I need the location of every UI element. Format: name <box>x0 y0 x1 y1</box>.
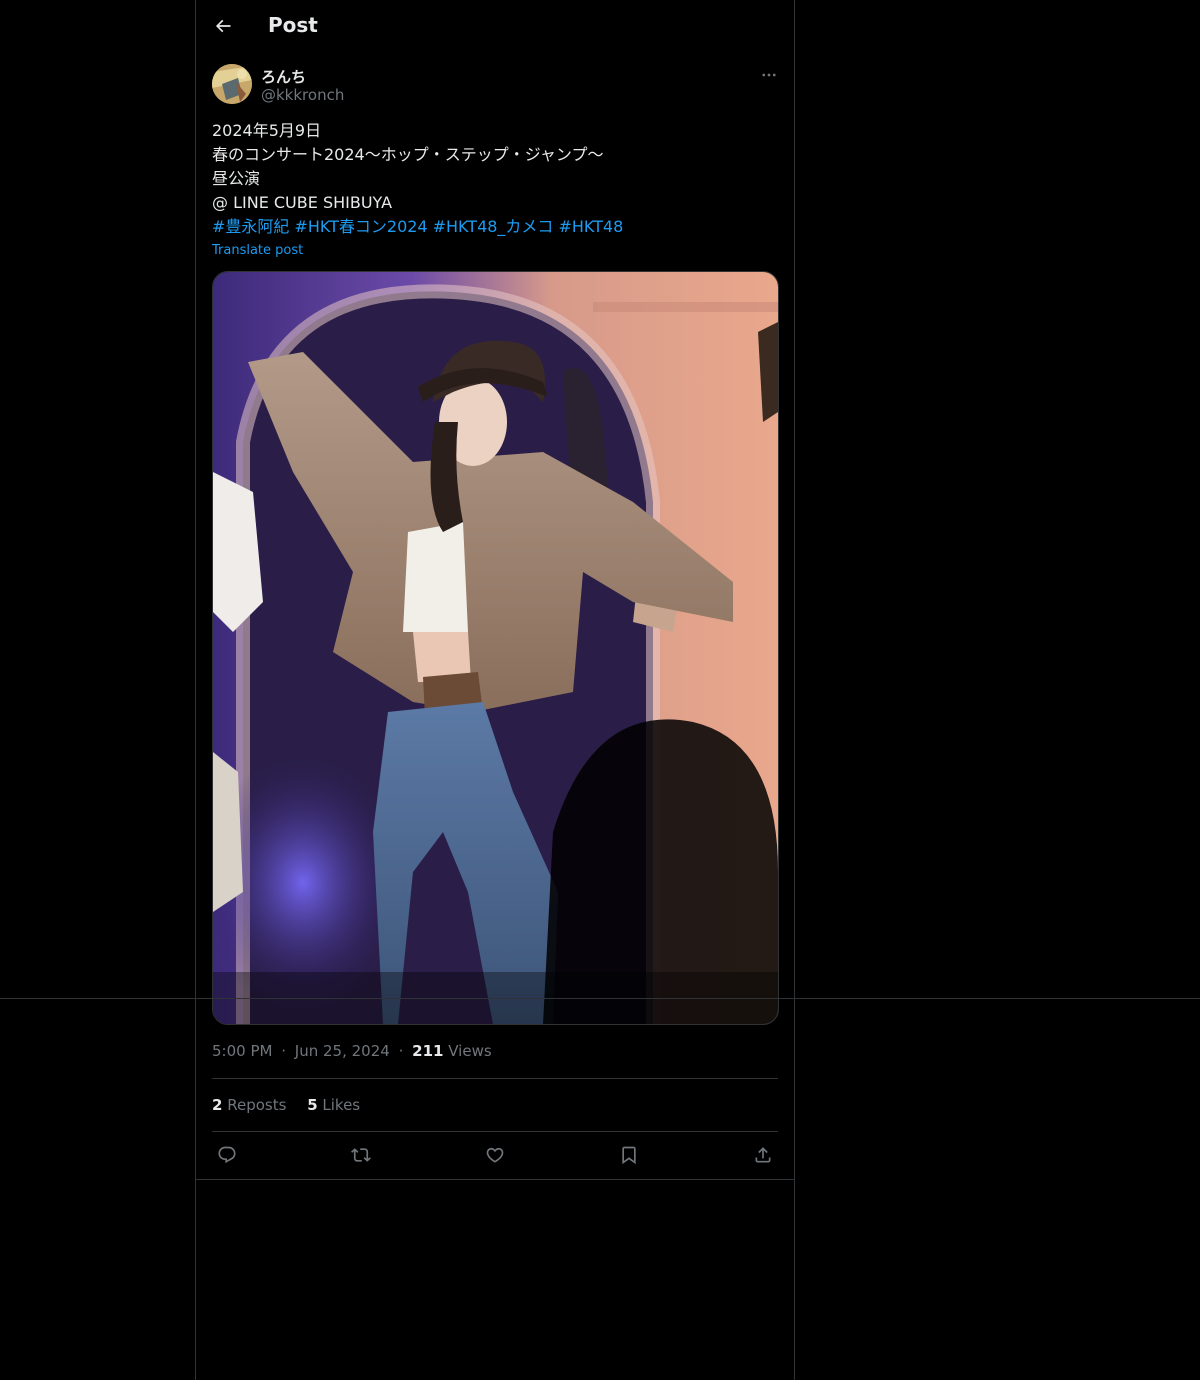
author-display-name[interactable]: ろんち <box>261 66 306 87</box>
views-label: Views <box>448 1042 492 1060</box>
action-bar <box>212 1140 778 1172</box>
post-text: 2024年5月9日 春のコンサート2024〜ホップ・ステップ・ジャンプ〜 昼公演… <box>212 119 778 239</box>
more-icon <box>762 73 776 77</box>
horizontal-rule <box>0 998 1200 999</box>
back-arrow-icon <box>215 19 231 33</box>
hashtag-link[interactable]: #HKT48_カメコ <box>433 217 554 236</box>
hashtag-link[interactable]: #豊永阿紀 <box>212 217 289 236</box>
meta-separator: · <box>398 1042 404 1060</box>
share-icon <box>755 1147 771 1163</box>
translate-post-link[interactable]: Translate post <box>212 243 303 258</box>
bookmark-button[interactable] <box>614 1140 644 1170</box>
hashtag-link[interactable]: #HKT春コン2024 <box>294 217 427 236</box>
author-handle[interactable]: @kkkronch <box>261 86 344 104</box>
divider <box>212 1131 778 1132</box>
likes-count: 5 <box>307 1096 318 1114</box>
post-date[interactable]: Jun 25, 2024 <box>295 1042 390 1060</box>
hashtag-row: #豊永阿紀 #HKT春コン2024 #HKT48_カメコ #HKT48 <box>212 215 778 239</box>
page-title: Post <box>268 13 318 37</box>
divider <box>196 1179 794 1180</box>
reply-icon <box>218 1146 236 1164</box>
post-line: 春のコンサート2024〜ホップ・ステップ・ジャンプ〜 <box>212 145 604 164</box>
back-button[interactable] <box>206 9 240 43</box>
avatar[interactable] <box>212 64 252 104</box>
bookmark-icon <box>622 1146 636 1165</box>
engagement-stats: 2 Reposts 5 Likes <box>212 1096 360 1114</box>
post-line: 2024年5月9日 <box>212 121 322 140</box>
post-photo[interactable] <box>212 271 779 1025</box>
repost-button[interactable] <box>346 1140 376 1170</box>
like-icon <box>486 1147 504 1163</box>
header: Post <box>196 0 794 54</box>
likes-label: Likes <box>322 1096 361 1114</box>
post-line: 昼公演 <box>212 169 261 188</box>
views-count: 211 <box>412 1042 444 1060</box>
post-line: @ LINE CUBE SHIBUYA <box>212 193 393 212</box>
post-meta: 5:00 PM · Jun 25, 2024 · 211 Views <box>212 1042 492 1060</box>
likes-stat[interactable]: 5 Likes <box>307 1096 360 1114</box>
reposts-stat[interactable]: 2 Reposts <box>212 1096 291 1114</box>
like-button[interactable] <box>480 1140 510 1170</box>
share-button[interactable] <box>748 1140 778 1170</box>
post-column: Post ろんち @kkkronch 2024年5月9日 春のコンサート2024… <box>195 0 795 1380</box>
reposts-label: Reposts <box>227 1096 287 1114</box>
more-options-button[interactable] <box>756 64 782 86</box>
divider <box>212 1078 778 1079</box>
reposts-count: 2 <box>212 1096 223 1114</box>
meta-separator: · <box>281 1042 287 1060</box>
repost-icon <box>351 1148 371 1162</box>
hashtag-link[interactable]: #HKT48 <box>558 217 623 236</box>
post-time[interactable]: 5:00 PM <box>212 1042 272 1060</box>
reply-button[interactable] <box>212 1140 242 1170</box>
